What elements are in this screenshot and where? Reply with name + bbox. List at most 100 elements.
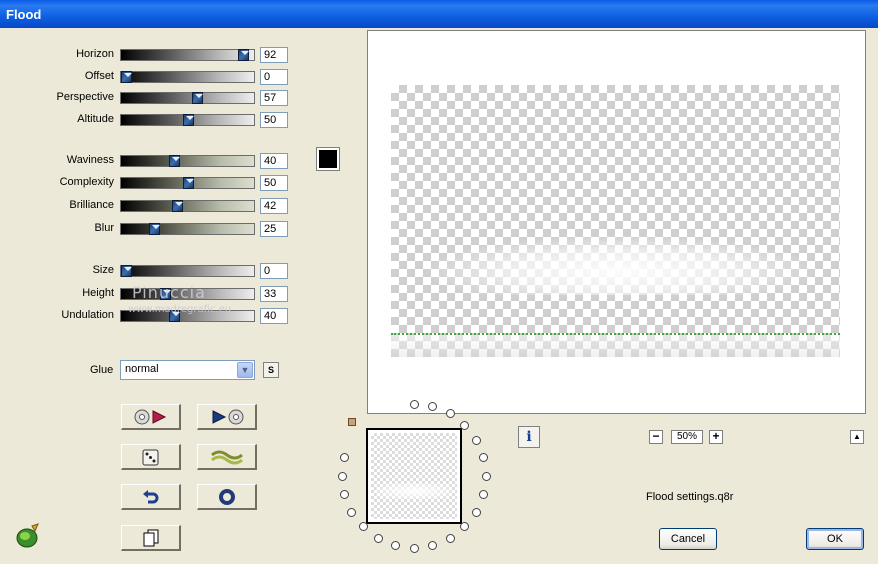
rotation-dial-dot[interactable] bbox=[428, 401, 438, 411]
complexity-slider-thumb[interactable] bbox=[182, 177, 194, 189]
save-preset-button[interactable] bbox=[197, 404, 257, 430]
slider-row-brilliance: Brilliance 42 bbox=[0, 197, 290, 215]
randomize-button[interactable] bbox=[121, 444, 181, 470]
slider-row-waviness: Waviness 40 bbox=[0, 152, 290, 170]
rotation-dial-dot[interactable] bbox=[460, 522, 470, 532]
perspective-value-field[interactable]: 57 bbox=[260, 90, 288, 106]
blur-value-field[interactable]: 25 bbox=[260, 221, 288, 237]
rotation-dial-dot[interactable] bbox=[479, 452, 489, 462]
rotation-dial-dot[interactable] bbox=[471, 507, 481, 517]
undo-arrow-icon bbox=[142, 489, 158, 503]
rotation-dial-dot[interactable] bbox=[479, 490, 489, 500]
perspective-slider-thumb[interactable] bbox=[191, 92, 203, 104]
copy-pages-icon bbox=[143, 529, 158, 546]
slider-row-size: Size 0 bbox=[0, 262, 290, 280]
size-slider[interactable] bbox=[120, 265, 255, 277]
slider-row-altitude: Altitude 50 bbox=[0, 111, 290, 129]
collapse-up-button[interactable]: ▲ bbox=[850, 430, 864, 444]
rotation-dial-dot[interactable] bbox=[347, 507, 357, 517]
horizon-value-field[interactable]: 92 bbox=[260, 47, 288, 63]
offset-slider-thumb[interactable] bbox=[121, 71, 132, 83]
rotation-dial-dot[interactable] bbox=[339, 490, 349, 500]
rotation-dial-dot[interactable] bbox=[339, 452, 349, 462]
rotation-dial-dot[interactable] bbox=[390, 541, 400, 551]
watermark-text: Pinuccia bbox=[132, 283, 206, 302]
preview-canvas[interactable] bbox=[367, 30, 866, 414]
reflection-glow bbox=[421, 235, 821, 295]
info-icon[interactable]: i bbox=[518, 426, 540, 448]
ring-button[interactable] bbox=[197, 484, 257, 510]
height-label: Height bbox=[82, 287, 114, 299]
navigator-image bbox=[371, 433, 457, 519]
rotation-dial-dot[interactable] bbox=[358, 522, 368, 532]
complexity-slider[interactable] bbox=[120, 177, 255, 189]
play-disc-icon bbox=[212, 409, 243, 424]
slider-row-horizon: Horizon 92 bbox=[0, 46, 290, 64]
blur-slider-thumb[interactable] bbox=[149, 223, 161, 235]
window-title: Flood bbox=[6, 7, 42, 22]
wave-button[interactable] bbox=[197, 444, 257, 470]
rotation-dial-dot[interactable] bbox=[409, 399, 419, 409]
load-preset-button[interactable] bbox=[121, 404, 181, 430]
perspective-slider[interactable] bbox=[120, 92, 255, 104]
altitude-label: Altitude bbox=[77, 113, 114, 125]
ok-button[interactable]: OK bbox=[806, 528, 864, 550]
rotation-dial-dot[interactable] bbox=[337, 471, 347, 481]
rotation-dial-dot[interactable] bbox=[409, 543, 419, 553]
brilliance-value-field[interactable]: 42 bbox=[260, 198, 288, 214]
horizon-slider[interactable] bbox=[120, 49, 255, 61]
zoom-in-button[interactable]: + bbox=[709, 430, 723, 444]
altitude-slider-thumb[interactable] bbox=[182, 114, 194, 126]
size-label: Size bbox=[92, 264, 114, 276]
disc-play-icon bbox=[134, 409, 166, 424]
offset-value-field[interactable]: 0 bbox=[260, 69, 288, 85]
slider-row-complexity: Complexity 50 bbox=[0, 174, 290, 192]
navigator-thumbnail[interactable] bbox=[366, 428, 462, 524]
rotation-dial-dot[interactable] bbox=[481, 471, 491, 481]
altitude-value-field[interactable]: 50 bbox=[260, 112, 288, 128]
chevron-down-icon[interactable]: ▼ bbox=[237, 362, 253, 378]
height-value-field[interactable]: 33 bbox=[260, 286, 288, 302]
navigator-anchor-handle[interactable] bbox=[348, 418, 356, 426]
settings-filename: Flood settings.q8r bbox=[646, 491, 734, 503]
rotation-dial-dot[interactable] bbox=[428, 541, 438, 551]
size-slider-thumb[interactable] bbox=[121, 265, 132, 277]
watermark-url: www.madregrafic.eu bbox=[128, 304, 232, 315]
waviness-label: Waviness bbox=[66, 154, 114, 166]
cancel-button[interactable]: Cancel bbox=[659, 528, 717, 550]
brilliance-slider[interactable] bbox=[120, 200, 255, 212]
water-surface bbox=[391, 335, 840, 357]
waviness-slider-thumb[interactable] bbox=[169, 155, 181, 167]
waviness-slider[interactable] bbox=[120, 155, 255, 167]
undulation-value-field[interactable]: 40 bbox=[260, 308, 288, 324]
title-bar: Flood bbox=[0, 0, 878, 28]
rotation-dial-dot[interactable] bbox=[373, 533, 383, 543]
wave-icon bbox=[210, 450, 243, 464]
undulation-label: Undulation bbox=[61, 309, 114, 321]
complexity-value-field[interactable]: 50 bbox=[260, 175, 288, 191]
glue-select[interactable]: normal ▼ bbox=[120, 360, 255, 380]
transparent-preview-area bbox=[391, 85, 840, 357]
offset-slider[interactable] bbox=[120, 71, 255, 83]
glue-s-button[interactable]: S bbox=[263, 362, 279, 378]
reset-button[interactable] bbox=[121, 484, 181, 510]
blur-label: Blur bbox=[94, 222, 114, 234]
altitude-slider[interactable] bbox=[120, 114, 255, 126]
rotation-dial-dot[interactable] bbox=[445, 409, 455, 419]
perspective-label: Perspective bbox=[56, 91, 114, 103]
water-color-swatch[interactable] bbox=[316, 147, 340, 171]
copy-button[interactable] bbox=[121, 525, 181, 551]
glue-select-value: normal bbox=[125, 363, 159, 375]
horizon-slider-thumb[interactable] bbox=[238, 49, 250, 61]
rotation-dial-dot[interactable] bbox=[471, 435, 481, 445]
waviness-value-field[interactable]: 40 bbox=[260, 153, 288, 169]
rotation-dial-dot[interactable] bbox=[460, 420, 470, 430]
glue-label: Glue bbox=[90, 364, 114, 376]
horizon-label: Horizon bbox=[76, 48, 114, 60]
zoom-out-button[interactable]: − bbox=[649, 430, 663, 444]
blur-slider[interactable] bbox=[120, 223, 255, 235]
brilliance-slider-thumb[interactable] bbox=[171, 200, 183, 212]
rotation-dial-dot[interactable] bbox=[445, 533, 455, 543]
zoom-level: 50% bbox=[671, 430, 703, 444]
size-value-field[interactable]: 0 bbox=[260, 263, 288, 279]
